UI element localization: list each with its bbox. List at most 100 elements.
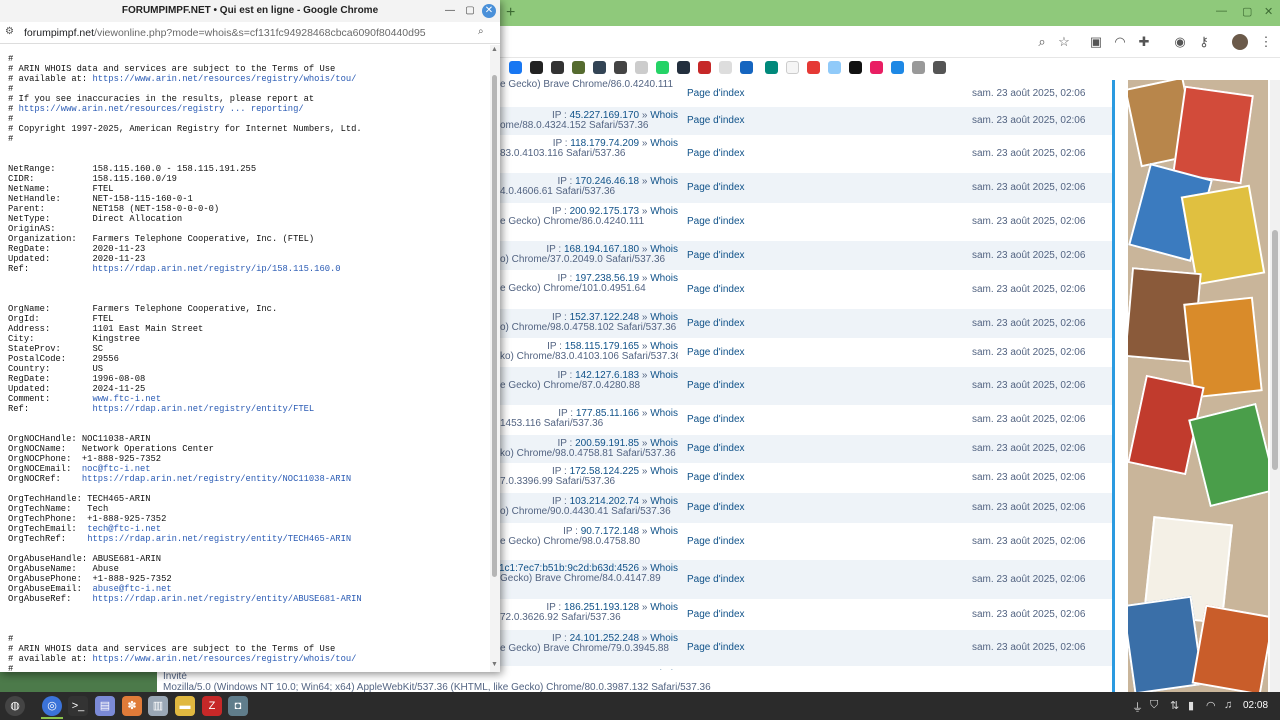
whois-link[interactable]: tech@ftc-i.net bbox=[87, 524, 161, 534]
bookmark-icon[interactable] bbox=[698, 61, 711, 74]
shield-icon[interactable]: ⛉ bbox=[1150, 699, 1158, 712]
url-path: /viewonline.php?mode=whois&s=cf131fc9492… bbox=[94, 27, 426, 39]
bookmark-icon[interactable] bbox=[786, 61, 799, 74]
incognito-icon[interactable]: ◉ bbox=[1172, 34, 1188, 50]
new-tab-icon[interactable]: + bbox=[506, 4, 515, 22]
terminal-app-icon[interactable]: >_ bbox=[68, 696, 88, 716]
bookmark-amazon-icon[interactable] bbox=[677, 61, 690, 74]
page-index-link[interactable]: Page d'index bbox=[687, 250, 745, 261]
whois-link[interactable]: https://rdap.arin.net/registry/ip/158.11… bbox=[92, 264, 340, 274]
close-icon[interactable]: ✕ bbox=[482, 4, 496, 18]
bookmark-icon[interactable] bbox=[719, 61, 732, 74]
usb-icon[interactable]: ⏚ bbox=[1132, 699, 1143, 715]
whois-link[interactable]: https://rdap.arin.net/registry/entity/AB… bbox=[92, 594, 361, 604]
bookmark-icon[interactable] bbox=[828, 61, 841, 74]
bookmark-icon[interactable] bbox=[870, 61, 883, 74]
last-activity-date: sam. 23 août 2025, 02:06 bbox=[972, 502, 1086, 513]
page-index-link[interactable]: Page d'index bbox=[687, 347, 745, 358]
popup-url[interactable]: forumpimpf.net/viewonline.php?mode=whois… bbox=[24, 27, 426, 39]
page-index-link[interactable]: Page d'index bbox=[687, 88, 745, 99]
chrome-app-icon[interactable]: ◎ bbox=[42, 696, 62, 716]
page-index-link[interactable]: Page d'index bbox=[687, 318, 745, 329]
bookmark-icon[interactable] bbox=[593, 61, 606, 74]
update-icon[interactable]: ▮ bbox=[1188, 699, 1194, 712]
last-activity-date: sam. 23 août 2025, 02:06 bbox=[972, 88, 1086, 99]
scrollbar-thumb[interactable] bbox=[1272, 230, 1278, 470]
key-icon[interactable]: ⚷ bbox=[1196, 34, 1212, 50]
bookmark-icon[interactable] bbox=[849, 61, 862, 74]
editor-app-icon[interactable]: ▤ bbox=[95, 696, 115, 716]
page-index-link[interactable]: Page d'index bbox=[687, 182, 745, 193]
bookmark-icon[interactable] bbox=[933, 61, 946, 74]
scroll-up-icon[interactable]: ▲ bbox=[491, 46, 498, 53]
files-app-icon[interactable]: ▬ bbox=[175, 696, 195, 716]
extensions-puzzle-icon[interactable]: ✚ bbox=[1136, 34, 1152, 50]
bookmark-icon[interactable] bbox=[740, 61, 753, 74]
start-menu-icon[interactable]: ◍ bbox=[5, 696, 25, 716]
bookmark-icon[interactable] bbox=[530, 61, 543, 74]
bookmark-icon[interactable] bbox=[614, 61, 627, 74]
bookmark-star-icon[interactable]: ☆ bbox=[1056, 34, 1072, 50]
whois-link[interactable]: abuse@ftc-i.net bbox=[92, 584, 171, 594]
page-index-link[interactable]: Page d'index bbox=[687, 414, 745, 425]
bookmark-icon[interactable] bbox=[551, 61, 564, 74]
page-index-link[interactable]: Page d'index bbox=[687, 472, 745, 483]
popup-scrollbar[interactable]: ▲ ▼ bbox=[490, 45, 500, 672]
bookmark-facebook-icon[interactable] bbox=[509, 61, 522, 74]
minimize-icon[interactable]: — bbox=[1216, 5, 1227, 17]
scroll-down-icon[interactable]: ▼ bbox=[491, 661, 498, 668]
page-index-link[interactable]: Page d'index bbox=[687, 380, 745, 391]
minimize-icon[interactable]: — bbox=[443, 4, 457, 18]
url-domain: forumpimpf.net bbox=[24, 27, 95, 39]
extension-translate-icon[interactable]: ▣ bbox=[1088, 34, 1104, 50]
whois-link[interactable]: https://www.arin.net/resources/registry/… bbox=[92, 654, 356, 664]
bookmark-icon[interactable] bbox=[912, 61, 925, 74]
zoom-icon[interactable]: ⌕ bbox=[478, 26, 490, 38]
bookmark-icon[interactable] bbox=[635, 61, 648, 74]
last-activity-date: sam. 23 août 2025, 02:06 bbox=[972, 148, 1086, 159]
whois-link[interactable]: https://www.arin.net/resources/registry/… bbox=[92, 74, 356, 84]
whois-line: OrgNOCEmail: noc@ftc-i.netOrgNOCEmail: n… bbox=[8, 464, 151, 474]
filezilla-app-icon[interactable]: Z bbox=[202, 696, 222, 716]
whois-link[interactable]: noc@ftc-i.net bbox=[82, 464, 151, 474]
avatar[interactable] bbox=[1232, 34, 1248, 50]
whois-link[interactable]: https://www.arin.net/resources/registry … bbox=[19, 104, 304, 114]
bookmark-icon[interactable] bbox=[572, 61, 585, 74]
whois-link[interactable]: https://rdap.arin.net/registry/entity/NO… bbox=[82, 474, 351, 484]
maximize-icon[interactable]: ▢ bbox=[1242, 5, 1252, 18]
music-icon[interactable]: ♫ bbox=[1224, 699, 1232, 711]
bookmark-icon[interactable] bbox=[891, 61, 904, 74]
whois-line: # If you see inaccuracies in the results… bbox=[8, 94, 315, 104]
page-index-link[interactable]: Page d'index bbox=[687, 536, 745, 547]
extension-arc-icon[interactable]: ◠ bbox=[1112, 34, 1128, 50]
maximize-icon[interactable]: ▢ bbox=[463, 4, 477, 18]
bookmark-whatsapp-icon[interactable] bbox=[656, 61, 669, 74]
zoom-icon[interactable]: ⌕ bbox=[1034, 34, 1050, 50]
page-index-link[interactable]: Page d'index bbox=[687, 284, 745, 295]
page-index-link[interactable]: Page d'index bbox=[687, 443, 745, 454]
network-activity-icon[interactable]: ⇅ bbox=[1170, 699, 1179, 712]
tune-icon[interactable]: ⚙ bbox=[5, 26, 19, 40]
settings-app-icon[interactable]: ✽ bbox=[122, 696, 142, 716]
whois-link[interactable]: https://rdap.arin.net/registry/entity/FT… bbox=[92, 404, 314, 414]
wifi-icon[interactable]: ◠ bbox=[1206, 699, 1216, 712]
whois-link[interactable]: www.ftc-i.net bbox=[92, 394, 161, 404]
page-index-link[interactable]: Page d'index bbox=[687, 502, 745, 513]
page-index-link[interactable]: Page d'index bbox=[687, 642, 745, 653]
page-index-link[interactable]: Page d'index bbox=[687, 574, 745, 585]
page-index-link[interactable]: Page d'index bbox=[687, 115, 745, 126]
page-scrollbar[interactable] bbox=[1270, 80, 1280, 692]
page-index-link[interactable]: Page d'index bbox=[687, 148, 745, 159]
whois-link[interactable]: https://rdap.arin.net/registry/entity/TE… bbox=[87, 534, 351, 544]
bookmark-icon[interactable] bbox=[765, 61, 778, 74]
close-window-icon[interactable]: ✕ bbox=[1264, 5, 1273, 18]
popup-title-bar[interactable]: FORUMPIMPF.NET • Qui est en ligne - Goog… bbox=[0, 0, 500, 22]
popup-address-bar[interactable]: ⚙ forumpimpf.net/viewonline.php?mode=who… bbox=[0, 22, 500, 44]
camera-app-icon[interactable]: ◘ bbox=[228, 696, 248, 716]
scrollbar-thumb[interactable] bbox=[492, 75, 497, 577]
bookmark-icon[interactable] bbox=[807, 61, 820, 74]
menu-kebab-icon[interactable]: ⋮ bbox=[1258, 34, 1274, 50]
page-index-link[interactable]: Page d'index bbox=[687, 216, 745, 227]
page-index-link[interactable]: Page d'index bbox=[687, 609, 745, 620]
storage-app-icon[interactable]: ▥ bbox=[148, 696, 168, 716]
